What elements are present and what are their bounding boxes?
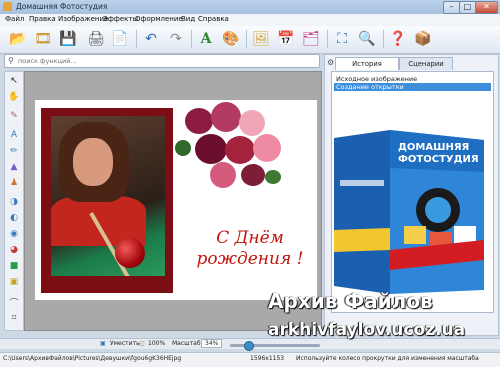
crop-tool-icon[interactable]: ✎ — [8, 110, 20, 122]
scale-label: Масштаб: — [172, 340, 203, 347]
history-item-selected[interactable]: Создание открытки — [334, 83, 491, 91]
menu-design[interactable]: Оформление — [135, 15, 183, 23]
menu-help[interactable]: Справка — [198, 15, 229, 23]
app-icon — [3, 2, 12, 11]
svg-text:ФОТОСТУДИЯ: ФОТОСТУДИЯ — [398, 154, 479, 165]
export-icon[interactable]: 📄 — [110, 29, 130, 49]
pointer-tool-icon[interactable]: ↖ — [8, 75, 20, 87]
shape-tool-icon[interactable]: ◐ — [8, 212, 20, 224]
function-search[interactable]: ⚲ — [4, 54, 320, 68]
maximize-button[interactable]: □ — [459, 1, 476, 14]
text-tool-icon[interactable]: A — [8, 129, 20, 141]
flower — [185, 108, 213, 134]
color-tool-icon[interactable]: ■ — [8, 260, 20, 272]
palette-icon[interactable]: 🎨 — [221, 29, 241, 49]
help-icon[interactable]: ❓ — [388, 29, 408, 49]
text-tool-icon[interactable]: A — [196, 29, 216, 49]
billiard-ball — [115, 238, 145, 268]
scale-value[interactable]: 34% — [201, 339, 223, 348]
close-button[interactable]: ✕ — [475, 1, 498, 14]
flower-bouquet — [165, 100, 295, 220]
flower — [195, 134, 227, 164]
toolbar-separator — [191, 30, 192, 48]
greeting-line-1: С Днём — [216, 228, 284, 248]
minimize-button[interactable]: – — [443, 1, 460, 14]
gear-icon[interactable]: ⚙ — [327, 58, 334, 67]
product-box-image: ДОМАШНЯЯ ФОТОСТУДИЯ — [334, 130, 484, 294]
zoom-slider-thumb[interactable] — [244, 341, 254, 351]
toolbar-separator — [327, 30, 328, 48]
flower — [253, 134, 281, 162]
zoom-1to1-icon[interactable]: 🔍 — [357, 29, 377, 49]
menu-image[interactable]: Изображение — [58, 15, 108, 23]
frame-icon[interactable]: 🖼 — [251, 29, 271, 49]
svg-text:ДОМАШНЯЯ: ДОМАШНЯЯ — [398, 142, 469, 153]
fit-screen-icon[interactable]: ⛶ — [332, 29, 352, 49]
flower — [211, 102, 241, 132]
brush-tool-icon[interactable]: ✏ — [8, 145, 20, 157]
fit-icon[interactable]: ▣ — [100, 340, 106, 347]
clone-tool-icon[interactable]: ♟ — [8, 177, 20, 189]
window-title: Домашняя Фотостудия — [16, 2, 108, 11]
toolbar: 📂 🎞 💾 🖨 📄 ↶ ↷ A 🎨 🖼 📅 🗂 ⛶ 🔍 ❓ 📦 — [0, 26, 500, 54]
tab-history[interactable]: История действий — [335, 57, 399, 80]
redo-icon[interactable]: ↷ — [166, 29, 186, 49]
stamp-tool-icon[interactable]: ▲ — [8, 161, 20, 173]
portrait-photo — [51, 116, 165, 276]
search-input[interactable] — [18, 55, 313, 67]
zoom-100-icon[interactable]: ◱ — [139, 340, 145, 347]
info-box-icon[interactable]: 📦 — [413, 29, 433, 49]
flower — [210, 162, 236, 188]
flower — [225, 136, 255, 164]
flower — [239, 110, 265, 136]
search-icon: ⚲ — [8, 56, 14, 65]
save-icon[interactable]: 💾 — [58, 29, 78, 49]
status-hint: Используйте колесо прокрутки для изменен… — [296, 355, 479, 362]
toolbar-separator — [383, 30, 384, 48]
menu-effects[interactable]: Эффекты — [103, 15, 138, 23]
undo-icon[interactable]: ↶ — [141, 29, 161, 49]
calendar-icon[interactable]: 📅 — [276, 29, 296, 49]
toolbar-separator — [136, 30, 137, 48]
zoom-100-button[interactable]: 100% — [148, 340, 165, 347]
menu-edit[interactable]: Правка — [29, 15, 56, 23]
menu-file[interactable]: Файл — [5, 15, 24, 23]
eye-tool-icon[interactable]: ◑ — [8, 196, 20, 208]
photo-frame — [41, 108, 173, 293]
lasso-tool-icon[interactable]: ⌒ — [8, 296, 20, 309]
watermark-title: Архив Файлов — [268, 289, 433, 313]
hand-tool-icon[interactable]: ✋ — [8, 91, 20, 103]
product-box-graphic: ДОМАШНЯЯ ФОТОСТУДИЯ — [334, 130, 484, 294]
leaf — [175, 140, 191, 156]
ellipse-tool-icon[interactable]: ◉ — [8, 228, 20, 240]
file-path: C:\Users\АрхивФайлов\Pictures\Девушки\fg… — [3, 355, 182, 362]
open-folder-icon[interactable]: 📂 — [8, 29, 28, 49]
photo-face — [73, 138, 113, 186]
fill-tool-icon[interactable]: ▣ — [8, 276, 20, 288]
watermark-url: arkhivfaylov.ucoz.ua — [268, 320, 466, 340]
flower — [241, 164, 265, 186]
crop-frame-icon[interactable]: ⌗ — [8, 312, 20, 324]
print-icon[interactable]: 🖨 — [86, 29, 106, 49]
tab-scenarios[interactable]: Сценарии — [399, 57, 453, 70]
title-bar: Домашняя Фотостудия – □ ✕ — [0, 0, 500, 15]
tool-palette: ↖ ✋ ✎ A ✏ ▲ ♟ ◑ ◐ ◉ ◕ ■ ▣ ⌒ ⌗ — [4, 71, 24, 331]
open-film-icon[interactable]: 🎞 — [33, 29, 53, 49]
leaf — [265, 170, 281, 184]
menu-view[interactable]: Вид — [181, 15, 195, 23]
path-bar: C:\Users\АрхивФайлов\Pictures\Девушки\fg… — [0, 352, 500, 367]
greeting-card: С Днём рождения ! — [35, 100, 317, 300]
greeting-text: С Днём рождения ! — [185, 228, 315, 270]
history-item[interactable]: Исходное изображение — [334, 75, 491, 83]
image-dimensions: 1596x1153 — [250, 355, 285, 362]
red-eye-tool-icon[interactable]: ◕ — [8, 244, 20, 256]
collage-icon[interactable]: 🗂 — [301, 29, 321, 49]
fit-button[interactable]: Уместить — [110, 340, 140, 347]
greeting-line-2: рождения ! — [196, 249, 304, 269]
toolbar-separator — [246, 30, 247, 48]
